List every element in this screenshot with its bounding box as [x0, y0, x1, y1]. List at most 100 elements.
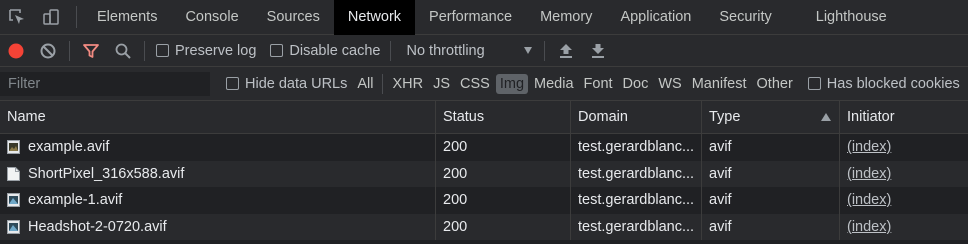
hide-data-urls-label: Hide data URLs	[245, 75, 348, 92]
search-icon	[115, 43, 131, 59]
inspect-cursor-icon	[9, 9, 24, 24]
table-row[interactable]: example-1.avif 200 test.gerardblanc... a…	[0, 187, 968, 214]
network-toolbar: Preserve log Disable cache No throttling	[0, 35, 968, 67]
filter-toggle-button[interactable]	[75, 35, 107, 67]
type-text: avif	[709, 192, 732, 209]
disable-cache-checkbox[interactable]: Disable cache	[270, 43, 380, 59]
type-cell: avif	[702, 187, 840, 214]
filter-type-media[interactable]: Media	[530, 74, 578, 94]
checkbox-box[interactable]	[226, 77, 239, 90]
preserve-log-checkbox[interactable]: Preserve log	[156, 43, 256, 59]
filter-type-doc[interactable]: Doc	[619, 74, 653, 94]
type-text: avif	[709, 165, 732, 182]
import-har-button[interactable]	[550, 35, 582, 67]
tab-sources[interactable]: Sources	[253, 0, 334, 35]
filter-type-css[interactable]: CSS	[456, 74, 494, 94]
table-row[interactable]: Headshot-2-0720.avif 200 test.gerardblan…	[0, 213, 968, 241]
filter-type-manifest[interactable]: Manifest	[688, 74, 751, 94]
inspect-element-button[interactable]	[0, 0, 34, 35]
record-button[interactable]	[0, 35, 32, 67]
type-cell: avif	[702, 213, 840, 240]
name-cell: ShortPixel_316x588.avif	[0, 160, 436, 187]
divider	[544, 40, 546, 61]
requests-table-body: example.avif 200 test.gerardblanc... avi…	[0, 134, 968, 240]
clear-icon	[40, 43, 56, 58]
domain-cell: test.gerardblanc...	[571, 160, 702, 187]
image-file-icon	[7, 219, 20, 234]
column-header-initiator[interactable]: Initiator	[840, 101, 968, 133]
domain-text: test.gerardblanc...	[578, 192, 695, 209]
domain-text: test.gerardblanc...	[578, 139, 695, 156]
checkbox-box[interactable]	[270, 44, 284, 57]
divider	[382, 73, 384, 94]
throttling-value: No throttling	[406, 42, 485, 59]
checkbox-box[interactable]	[156, 44, 169, 57]
divider	[144, 40, 145, 61]
initiator-cell: (index)	[840, 187, 968, 214]
filter-type-ws[interactable]: WS	[654, 74, 685, 94]
device-toggle-icon	[43, 9, 59, 25]
filter-input[interactable]	[0, 71, 210, 96]
initiator-link[interactable]: (index)	[847, 166, 891, 182]
type-text: avif	[709, 139, 732, 156]
hide-data-urls-checkbox[interactable]: Hide data URLs	[226, 76, 347, 92]
column-header-domain[interactable]: Domain	[571, 101, 702, 133]
type-cell: avif	[702, 160, 840, 187]
filter-type-js[interactable]: JS	[429, 74, 454, 94]
throttling-select[interactable]: No throttling	[406, 43, 536, 59]
request-name: ShortPixel_316x588.avif	[28, 165, 185, 182]
name-cell: example-1.avif	[0, 187, 436, 214]
name-cell: Headshot-2-0720.avif	[0, 213, 436, 240]
type-cell: avif	[702, 134, 840, 161]
has-blocked-cookies-checkbox[interactable]: Has blocked cookies	[807, 75, 960, 92]
export-har-button[interactable]	[582, 35, 614, 67]
tab-network[interactable]: Network	[333, 0, 416, 35]
status-cell: 200	[436, 134, 571, 161]
initiator-cell: (index)	[840, 161, 968, 188]
initiator-link[interactable]: (index)	[847, 192, 891, 208]
filter-type-xhr[interactable]: XHR	[388, 74, 427, 94]
filter-type-img[interactable]: Img	[495, 73, 529, 94]
search-button[interactable]	[107, 35, 139, 67]
sort-ascending-icon	[821, 113, 831, 121]
preserve-log-label: Preserve log	[175, 42, 257, 59]
tab-console[interactable]: Console	[171, 0, 252, 35]
image-file-icon	[7, 193, 20, 208]
tab-memory[interactable]: Memory	[526, 0, 606, 35]
divider	[69, 40, 70, 61]
initiator-link[interactable]: (index)	[847, 139, 891, 155]
requests-table-header: Name Status Domain Type Initiator	[0, 101, 968, 134]
clear-button[interactable]	[32, 35, 64, 67]
checkbox-box[interactable]	[807, 77, 821, 90]
filter-type-all[interactable]: All	[353, 74, 377, 94]
column-header-type[interactable]: Type	[702, 101, 840, 133]
record-icon	[8, 43, 24, 58]
request-name: example.avif	[28, 139, 110, 156]
tab-performance[interactable]: Performance	[415, 0, 526, 35]
has-blocked-cookies-label: Has blocked cookies	[826, 75, 960, 92]
filter-type-font[interactable]: Font	[580, 74, 617, 94]
blank-file-icon	[7, 166, 20, 181]
tab-security[interactable]: Security	[705, 0, 785, 35]
tab-lighthouse[interactable]: Lighthouse	[786, 0, 901, 35]
request-name: Headshot-2-0720.avif	[28, 218, 167, 235]
domain-cell: test.gerardblanc...	[571, 213, 702, 240]
chevron-down-icon	[524, 47, 533, 54]
tab-application[interactable]: Application	[606, 0, 705, 35]
status-cell: 200	[436, 160, 571, 187]
domain-cell: test.gerardblanc...	[571, 134, 702, 161]
domain-cell: test.gerardblanc...	[571, 187, 702, 214]
table-row[interactable]: ShortPixel_316x588.avif 200 test.gerardb…	[0, 160, 968, 188]
table-row[interactable]: example.avif 200 test.gerardblanc... avi…	[0, 134, 968, 161]
column-header-name[interactable]: Name	[0, 101, 436, 133]
device-toolbar-button[interactable]	[34, 0, 68, 35]
initiator-cell: (index)	[840, 214, 968, 241]
devtools-tab-bar: Elements Console Sources Network Perform…	[0, 0, 968, 35]
download-icon	[592, 43, 605, 58]
status-cell: 200	[436, 213, 571, 240]
image-file-icon	[7, 140, 20, 155]
column-header-status[interactable]: Status	[436, 101, 571, 133]
tab-elements[interactable]: Elements	[83, 0, 171, 35]
filter-type-other[interactable]: Other	[753, 74, 797, 94]
initiator-link[interactable]: (index)	[847, 219, 891, 235]
